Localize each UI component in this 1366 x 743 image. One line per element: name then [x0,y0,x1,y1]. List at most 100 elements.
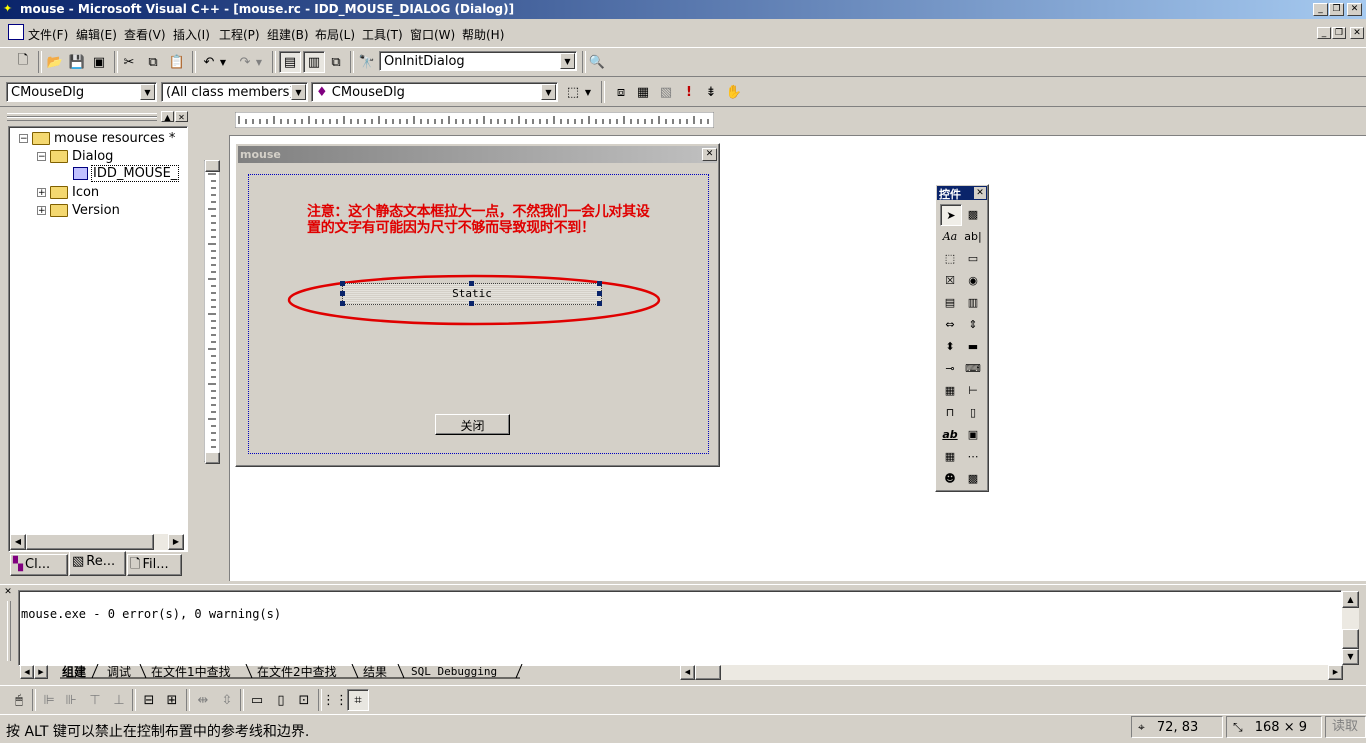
output-hscrollbar[interactable]: ◀ ▶ [680,665,1343,680]
find-in-files-icon[interactable]: 🔭 [356,51,378,73]
tab-tool-icon[interactable]: ⊓ [940,402,960,422]
ruler-marker-bottom[interactable] [205,452,220,464]
tree-version-folder[interactable]: + Version [37,203,120,218]
close-dialog-button[interactable]: 关闭 [435,414,510,435]
tree-dialog-item[interactable]: IDD_MOUSE_ [73,165,180,182]
center-vertical-icon[interactable]: ⊟ [138,689,160,711]
selection-handle[interactable] [340,301,345,306]
align-left-icon[interactable]: ⊫ [38,689,60,711]
output-vscrollbar[interactable]: ▲ ▼ [1342,591,1359,665]
tab-classview[interactable]: ▚ Cl... [10,554,68,576]
static-text-tool-icon[interactable]: Aa [940,226,960,246]
same-height-icon[interactable]: ▯ [270,689,292,711]
selection-handle[interactable] [340,281,345,286]
same-size-icon[interactable]: ⊡ [293,689,315,711]
output-text-area[interactable]: mouse.exe - 0 error(s), 0 warning(s) [18,590,1342,666]
spin-tool-icon[interactable]: ⬍ [940,336,960,356]
tree-hscrollbar[interactable]: ◀ ▶ [10,534,184,550]
window-list-icon[interactable]: ⧉ [325,51,347,73]
align-right-icon[interactable]: ⊪ [60,689,82,711]
toggle-guides-icon[interactable]: ⌗ [347,689,369,711]
pointer-icon[interactable]: ➤ [940,204,962,226]
space-down-icon[interactable]: ⇳ [216,689,238,711]
workspace-close-icon[interactable]: ✕ [175,111,188,122]
close-window-button[interactable]: ✕ [1347,3,1362,16]
compile-icon[interactable]: ⧈ [610,81,632,103]
ipaddress-tool-icon[interactable]: ⋯ [963,446,983,466]
button-tool-icon[interactable]: ▭ [963,248,983,268]
menu-view[interactable]: 查看(V) [124,26,166,43]
expand-icon[interactable]: + [37,188,46,198]
paste-icon[interactable]: 📋 [166,51,188,73]
scroll-thumb[interactable] [695,665,721,680]
treecontrol-tool-icon[interactable]: ⊢ [963,380,983,400]
chevron-down-icon[interactable]: ▼ [541,84,556,100]
test-dialog-icon[interactable]: 🖱 [8,689,30,711]
hscroll-tool-icon[interactable]: ⇔ [940,314,960,334]
save-icon[interactable]: 💾 [66,51,88,73]
new-text-file-icon[interactable]: 🗋 [12,51,34,73]
open-icon[interactable]: 📂 [44,51,66,73]
tab-fileview[interactable]: 🗋 Fil... [127,554,182,576]
collapse-icon[interactable]: − [37,152,46,162]
extcombo-tool-icon[interactable]: ▩ [963,468,983,488]
listcontrol-tool-icon[interactable]: ▦ [940,380,960,400]
chevron-down-icon[interactable]: ▼ [560,53,575,69]
scroll-right-icon[interactable]: ▶ [1328,665,1343,680]
monthcal-tool-icon[interactable]: ▦ [940,446,960,466]
align-bottom-icon[interactable]: ⊥ [108,689,130,711]
tab-resourceview[interactable]: ▧ Re... [69,551,126,576]
workspace-minimize-icon[interactable]: ▲ [161,111,174,122]
center-horizontal-icon[interactable]: ⊞ [161,689,183,711]
progress-tool-icon[interactable]: ▬ [963,336,983,356]
tab-scroll-left-icon[interactable]: ◀ [20,665,34,679]
scroll-thumb[interactable] [26,534,154,550]
output-toggle-icon[interactable]: ▥ [303,51,325,73]
mdi-minimize-button[interactable]: _ [1317,27,1331,39]
selection-handle[interactable] [469,281,474,286]
slider-tool-icon[interactable]: ⊸ [940,358,960,378]
execute-icon[interactable]: ! [678,81,700,103]
align-top-icon[interactable]: ⊤ [84,689,106,711]
richedit-tool-icon[interactable]: ab [940,424,960,444]
undo-icon[interactable]: ↶ [198,51,220,73]
class-combo[interactable]: CMouseDlg ▼ [6,82,157,102]
selection-handle[interactable] [469,301,474,306]
wizard-action-dropdown-icon[interactable]: ▼ [583,81,593,103]
menu-help[interactable]: 帮助(H) [462,26,504,43]
filter-combo[interactable]: (All class members) ▼ [161,82,308,102]
redo-icon[interactable]: ↷ [234,51,256,73]
vscroll-tool-icon[interactable]: ⇕ [963,314,983,334]
tree-root[interactable]: − mouse resources * [19,131,175,146]
workspace-toggle-icon[interactable]: ▤ [279,51,301,73]
cut-icon[interactable]: ✂ [118,51,140,73]
stop-build-icon[interactable]: ▧ [655,81,677,103]
menu-file[interactable]: 文件(F) [28,26,68,43]
scroll-left-icon[interactable]: ◀ [10,534,26,550]
dialog-close-icon[interactable]: ✕ [702,148,717,161]
selection-handle[interactable] [597,291,602,296]
edited-dialog[interactable]: mouse ✕ 注意：这个静态文本框拉大一点，不然我们一会儿对其设置的文字有可能… [235,143,720,467]
find-icon[interactable]: 🔍 [586,51,608,73]
selection-handle[interactable] [340,291,345,296]
tree-dialog-folder[interactable]: − Dialog [37,149,113,164]
combobox-tool-icon[interactable]: ▤ [940,292,960,312]
collapse-icon[interactable]: − [19,134,28,144]
selection-handle[interactable] [597,301,602,306]
menu-project[interactable]: 工程(P) [219,26,260,43]
function-combo[interactable]: OnInitDialog ▼ [379,51,577,71]
scroll-right-icon[interactable]: ▶ [168,534,184,550]
hotkey-tool-icon[interactable]: ⌨ [963,358,983,378]
ruler-marker-top[interactable] [205,160,220,172]
save-all-icon[interactable]: ▣ [88,51,110,73]
palette-close-icon[interactable]: ✕ [974,187,986,199]
menu-window[interactable]: 窗口(W) [410,26,455,43]
tree-icon-folder[interactable]: + Icon [37,185,99,200]
members-combo[interactable]: ♦ CMouseDlg ▼ [311,82,558,102]
activex-icon[interactable]: ▩ [963,204,983,224]
checkbox-tool-icon[interactable]: ☒ [940,270,960,290]
selection-handle[interactable] [597,281,602,286]
space-across-icon[interactable]: ⇹ [192,689,214,711]
controls-palette[interactable]: 控件 ✕ ➤ ▩ Aa ab| ⬚ ▭ ☒ ◉ ▤ ▥ ⇔ ⇕ ⬍ ▬ ⊸ ⌨ … [935,184,989,492]
menu-tools[interactable]: 工具(T) [362,26,403,43]
